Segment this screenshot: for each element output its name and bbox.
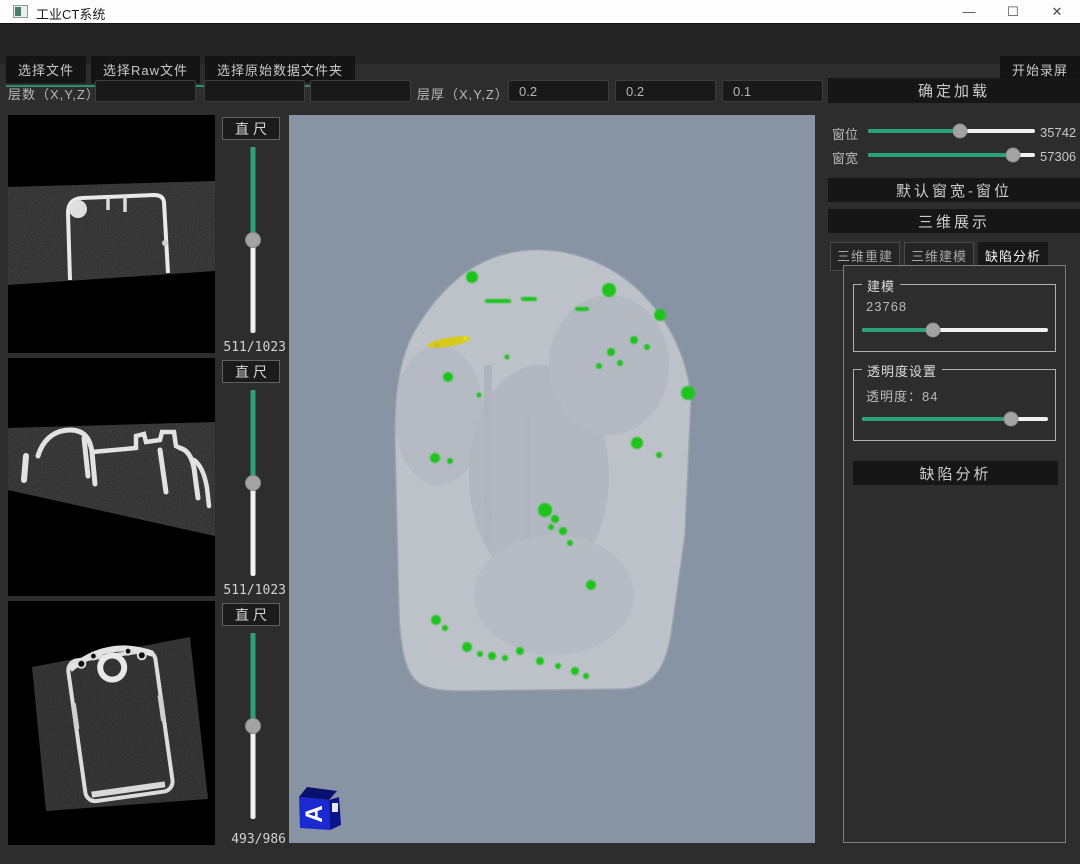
- layers-z-input[interactable]: [310, 80, 411, 102]
- minimize-button[interactable]: —: [946, 0, 992, 23]
- maximize-button[interactable]: ☐: [990, 0, 1036, 23]
- window-level-handle[interactable]: [952, 124, 967, 139]
- modeling-slider[interactable]: [862, 323, 1048, 337]
- slice-slider-handle-2[interactable]: [245, 475, 261, 491]
- ct-slice-image-1: [8, 115, 215, 353]
- 3d-viewport[interactable]: A: [289, 115, 815, 843]
- toolbar: 选择文件 选择Raw文件 选择原始数据文件夹 开始录屏: [0, 24, 1080, 64]
- slice-slider-1[interactable]: [218, 147, 288, 333]
- window-width-value: 57306: [1040, 149, 1076, 164]
- slice-control-column-2: 直尺 511/1023: [218, 358, 288, 598]
- layers-y-input[interactable]: [204, 80, 305, 102]
- window-title: 工业CT系统: [36, 4, 105, 23]
- modeling-slider-handle[interactable]: [925, 323, 940, 338]
- slice-view-middle: [8, 358, 215, 596]
- confirm-load-button[interactable]: 确定加载: [828, 78, 1080, 103]
- layers-label: 层数（X,Y,Z）: [8, 84, 100, 103]
- defect-analysis-button[interactable]: 缺陷分析: [853, 461, 1058, 485]
- slice-slider-handle-3[interactable]: [245, 718, 261, 734]
- slice-position-2: 511/1023: [223, 583, 286, 598]
- window-level-slider[interactable]: [868, 124, 1035, 138]
- thickness-z-input[interactable]: [722, 80, 823, 102]
- 3d-view-canvas[interactable]: A: [289, 115, 815, 843]
- slice-view-top: [8, 115, 215, 353]
- orientation-cube[interactable]: A: [299, 787, 341, 830]
- select-raw-file-button[interactable]: 选择Raw文件: [91, 56, 200, 83]
- slice-position-3: 493/986: [231, 832, 286, 847]
- window-width-slider[interactable]: [868, 148, 1035, 162]
- slice-slider-handle-1[interactable]: [245, 232, 261, 248]
- opacity-slider[interactable]: [862, 412, 1048, 426]
- show-3d-button[interactable]: 三维展示: [828, 209, 1080, 233]
- ct-slice-image-2: [8, 358, 215, 596]
- close-button[interactable]: ✕: [1034, 0, 1080, 23]
- window-level-value: 35742: [1040, 125, 1076, 140]
- ruler-button-3[interactable]: 直尺: [222, 603, 280, 626]
- select-raw-folder-button[interactable]: 选择原始数据文件夹: [205, 56, 355, 83]
- title-bar: 工业CT系统 — ☐ ✕: [0, 0, 1080, 24]
- slice-view-bottom: [8, 601, 215, 845]
- window-width-handle[interactable]: [1006, 148, 1021, 163]
- defect-analysis-tab-page: 建模 23768 透明度设置 透明度：84 缺陷分析: [843, 265, 1066, 843]
- app-icon: [13, 5, 28, 18]
- modeling-value: 23768: [866, 299, 907, 314]
- ruler-button-1[interactable]: 直尺: [222, 117, 280, 140]
- opacity-value-label: 透明度：84: [866, 386, 938, 405]
- main-window: 工业CT系统 — ☐ ✕ 选择文件 选择Raw文件 选择原始数据文件夹 开始录屏…: [0, 0, 1080, 864]
- thickness-label: 层厚（X,Y,Z）: [417, 84, 509, 103]
- ct-slice-image-3: [8, 601, 215, 845]
- slice-control-column-3: 直尺 493/986: [218, 601, 288, 847]
- modeling-group-title: 建模: [862, 276, 900, 295]
- scanned-object: [394, 250, 691, 691]
- ruler-button-2[interactable]: 直尺: [222, 360, 280, 383]
- opacity-slider-handle[interactable]: [1003, 412, 1018, 427]
- slice-control-column-1: 直尺 511/1023: [218, 115, 288, 355]
- layers-x-input[interactable]: [95, 80, 196, 102]
- slice-slider-3[interactable]: [218, 633, 288, 819]
- slice-slider-2[interactable]: [218, 390, 288, 576]
- default-window-button[interactable]: 默认窗宽-窗位: [828, 178, 1080, 202]
- orientation-cube-label: A: [301, 805, 328, 822]
- thickness-x-input[interactable]: [508, 80, 609, 102]
- opacity-group-title: 透明度设置: [862, 361, 942, 380]
- modeling-groupbox: 建模 23768: [853, 284, 1056, 352]
- window-width-label: 窗宽: [832, 148, 858, 167]
- window-level-label: 窗位: [832, 124, 858, 143]
- select-file-button[interactable]: 选择文件: [6, 56, 86, 83]
- thickness-y-input[interactable]: [615, 80, 716, 102]
- slice-position-1: 511/1023: [223, 340, 286, 355]
- opacity-groupbox: 透明度设置 透明度：84: [853, 369, 1056, 441]
